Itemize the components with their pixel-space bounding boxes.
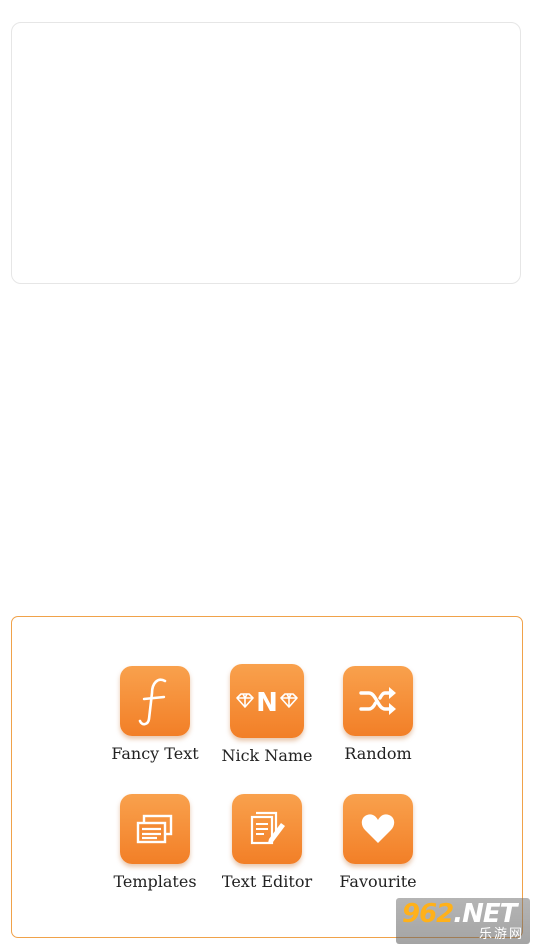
feature-menu-panel: Fancy Text N Nick Name Random Templates … [11,616,523,938]
nick-name-icon-letter: N [256,688,278,718]
favourite-tile[interactable]: Favourite [323,794,433,891]
fancy-text-button[interactable] [120,666,190,736]
app-screen: Fancy Text N Nick Name Random Templates … [0,0,534,949]
text-editor-button[interactable] [232,794,302,864]
watermark-digits: 962 [402,899,454,929]
templates-button[interactable] [120,794,190,864]
preview-card [11,22,521,284]
nick-name-label: Nick Name [221,746,313,765]
nick-name-button[interactable]: N [230,664,304,738]
watermark-subtitle: 乐游网 [478,927,524,942]
random-label: Random [344,744,412,763]
templates-label: Templates [113,872,197,891]
favourite-label: Favourite [339,872,417,891]
shuffle-icon [359,687,396,715]
favourite-button[interactable] [343,794,413,864]
text-editor-tile[interactable]: Text Editor [212,794,322,891]
heart-icon [361,814,395,843]
fancy-text-label: Fancy Text [111,744,199,763]
fancy-text-tile[interactable]: Fancy Text [100,666,210,763]
nick-name-tile[interactable]: N Nick Name [212,664,322,765]
random-tile[interactable]: Random [323,666,433,763]
fancy-f-icon [138,678,167,726]
templates-tile[interactable]: Templates [100,794,210,891]
random-button[interactable] [343,666,413,736]
text-editor-label: Text Editor [221,872,313,891]
templates-icon [136,814,173,844]
text-editor-icon [250,811,285,845]
watermark-logo: 962.NET 乐游网 [396,898,530,944]
nick-name-icon: N [236,688,298,718]
